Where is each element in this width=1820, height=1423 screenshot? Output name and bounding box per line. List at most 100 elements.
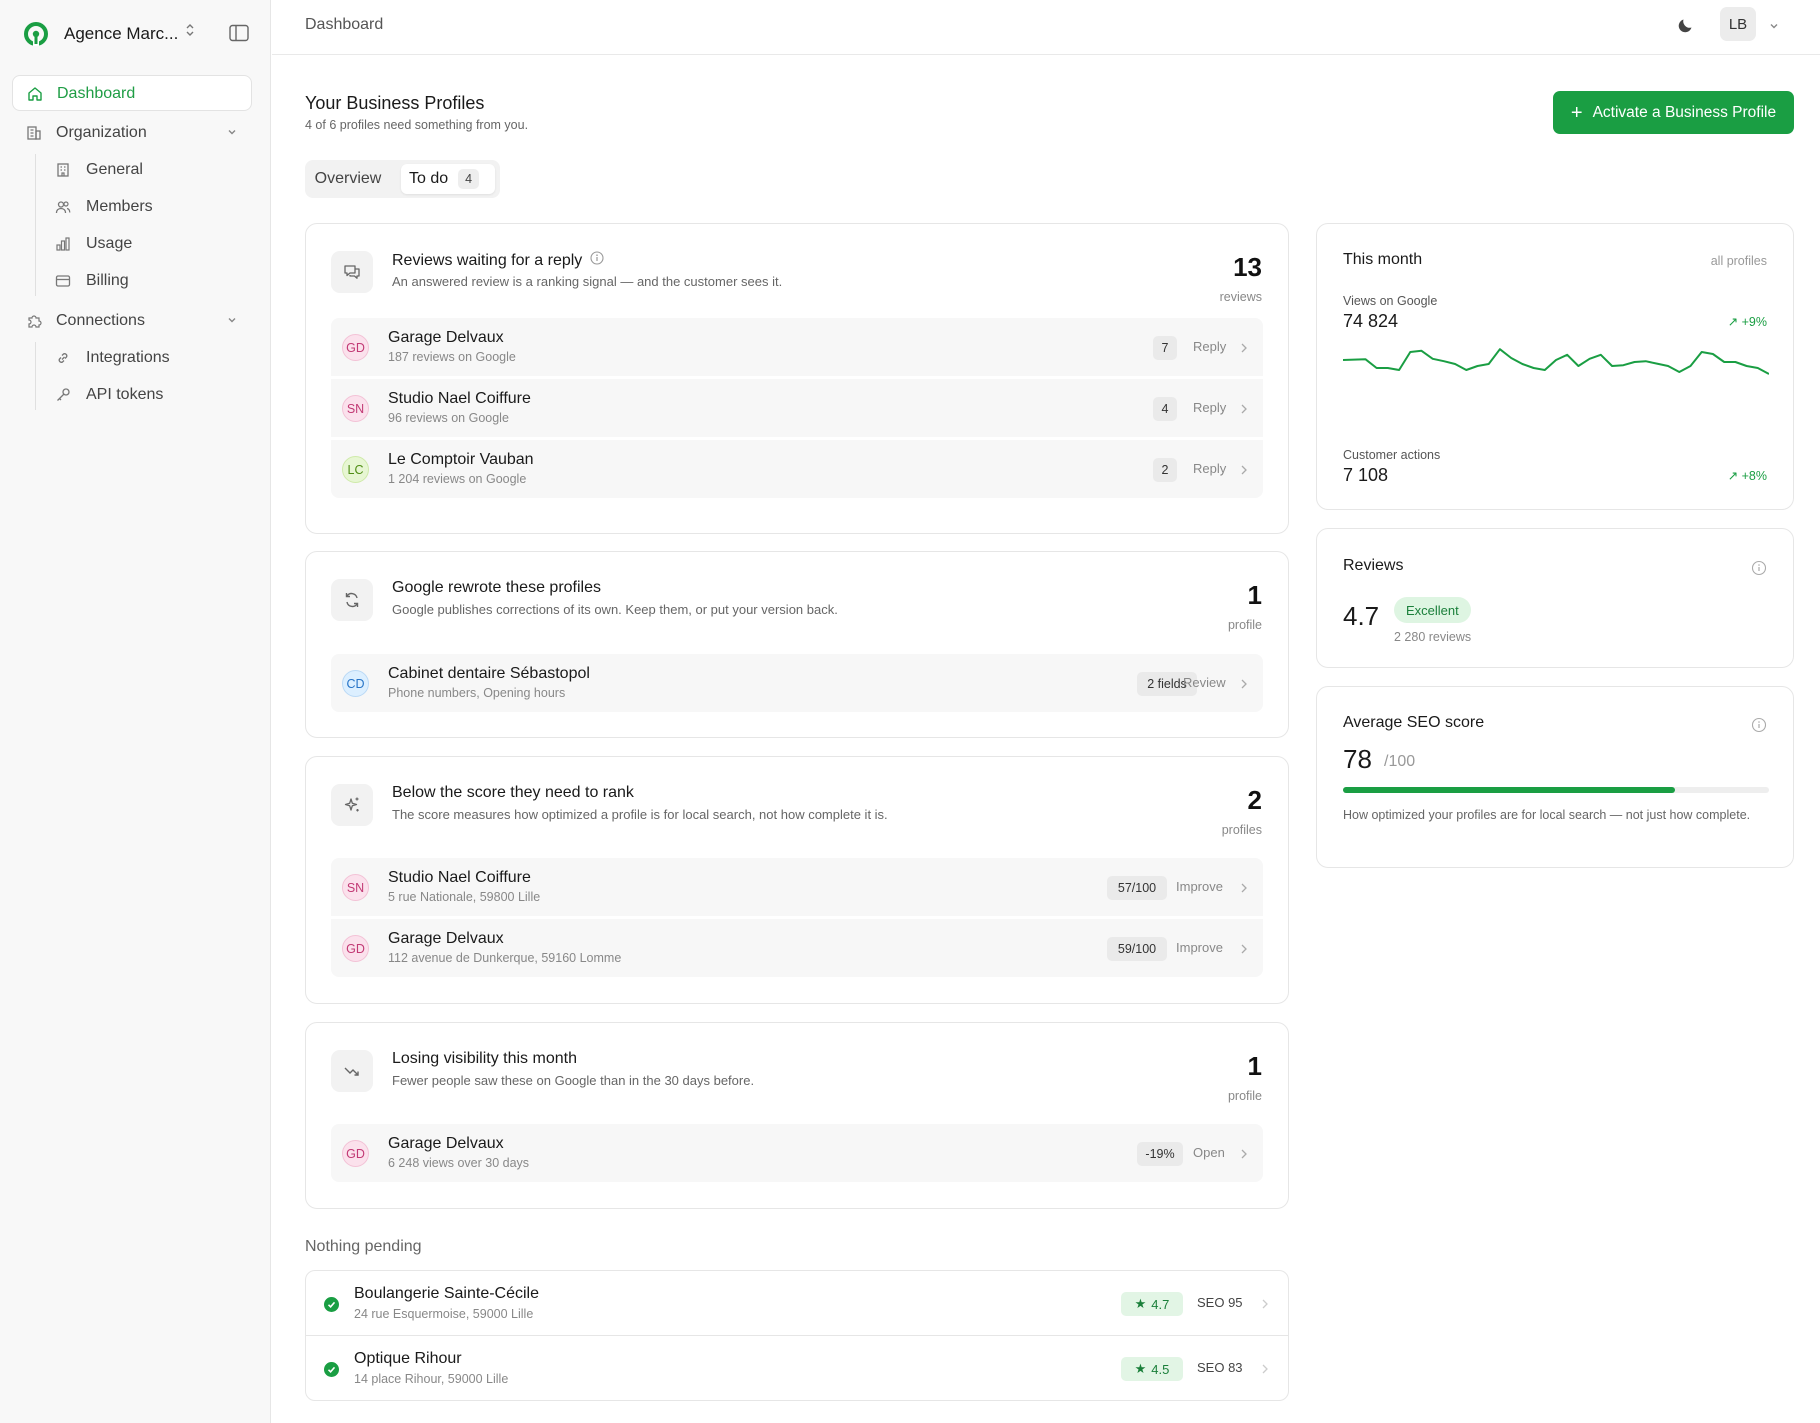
tab-todo[interactable]: To do 4 xyxy=(401,164,495,194)
review-link[interactable]: Review xyxy=(1183,675,1226,690)
sparkline-path xyxy=(1343,348,1769,375)
sidebar-item-label: General xyxy=(86,161,143,178)
sidebar-toggle-icon[interactable] xyxy=(229,24,249,42)
reply-link[interactable]: Reply xyxy=(1193,400,1226,415)
moon-icon[interactable] xyxy=(1676,15,1696,35)
profile-name: Studio Nael Coiffure xyxy=(388,390,531,407)
list-item[interactable]: LC Le Comptoir Vauban 1 204 reviews on G… xyxy=(331,440,1263,498)
sidebar-item-label: Connections xyxy=(56,312,145,329)
todo-count-badge: 4 xyxy=(458,169,480,189)
list-item[interactable]: GD Garage Delvaux 187 reviews on Google … xyxy=(331,318,1263,376)
status-badge: Excellent xyxy=(1394,597,1471,623)
check-circle-icon xyxy=(324,1362,339,1377)
google-rewrote-card: Google rewrote these profiles Google pub… xyxy=(305,551,1289,738)
card-title: Losing visibility this month xyxy=(392,1050,577,1067)
card-title: Reviews waiting for a reply xyxy=(392,251,604,270)
profile-meta: 112 avenue de Dunkerque, 59160 Lomme xyxy=(388,951,622,965)
chevron-updown-icon xyxy=(184,21,196,40)
sidebar-item-api-tokens[interactable]: API tokens xyxy=(55,380,255,410)
open-link[interactable]: Open xyxy=(1193,1145,1225,1160)
this-month-card: This month all profiles Views on Google … xyxy=(1316,223,1794,510)
sidebar-item-integrations[interactable]: Integrations xyxy=(55,343,255,373)
tab-overview[interactable]: Overview xyxy=(309,164,387,194)
count-badge: 7 xyxy=(1153,336,1177,360)
profile-name: Cabinet dentaire Sébastopol xyxy=(388,665,590,682)
org-switcher[interactable]: Agence Marc... xyxy=(22,19,252,49)
reply-link[interactable]: Reply xyxy=(1193,339,1226,354)
profile-meta: 187 reviews on Google xyxy=(388,350,516,364)
info-icon[interactable] xyxy=(1751,717,1767,733)
building-icon xyxy=(26,125,42,141)
chevron-right-icon xyxy=(1239,942,1249,954)
reply-link[interactable]: Reply xyxy=(1193,461,1226,476)
bar-chart-icon xyxy=(55,236,71,252)
below-score-card: Below the score they need to rank The sc… xyxy=(305,756,1289,1004)
losing-visibility-card: Losing visibility this month Fewer peopl… xyxy=(305,1022,1289,1209)
org-name: Agence Marc... xyxy=(64,24,179,43)
profile-name: Studio Nael Coiffure xyxy=(388,869,531,886)
list-item[interactable]: GD Garage Delvaux 112 avenue de Dunkerqu… xyxy=(331,919,1263,977)
section-label: Nothing pending xyxy=(305,1238,422,1255)
tree-line xyxy=(35,154,36,296)
chevron-down-icon[interactable] xyxy=(1768,19,1780,31)
improve-link[interactable]: Improve xyxy=(1176,940,1223,955)
avatar: GD xyxy=(342,334,369,361)
sidebar-item-label: Members xyxy=(86,198,153,215)
profile-meta: 24 rue Esquermoise, 59000 Lille xyxy=(354,1307,534,1321)
sidebar-item-organization[interactable]: Organization xyxy=(12,115,252,151)
actions-label: Customer actions xyxy=(1343,448,1441,462)
list-item[interactable]: SN Studio Nael Coiffure 96 reviews on Go… xyxy=(331,379,1263,437)
seo-progress-fill xyxy=(1343,787,1676,793)
views-value: 74 824 xyxy=(1343,311,1399,331)
list-item[interactable]: GD Garage Delvaux 6 248 views over 30 da… xyxy=(331,1124,1263,1182)
sidebar-item-members[interactable]: Members xyxy=(55,192,255,222)
card-description: Google publishes corrections of its own.… xyxy=(392,602,838,617)
seo-score-denominator: /100 xyxy=(1384,753,1416,770)
avatar[interactable]: LB xyxy=(1720,7,1756,41)
sidebar-item-label: Billing xyxy=(86,272,129,289)
check-circle-icon xyxy=(324,1297,339,1312)
delta-badge: -19% xyxy=(1137,1142,1183,1166)
views-delta: ↗ +9% xyxy=(1728,314,1767,329)
sidebar-item-dashboard[interactable]: Dashboard xyxy=(12,75,252,111)
improve-link[interactable]: Improve xyxy=(1176,879,1223,894)
arrow-up-right-icon: ↗ xyxy=(1727,469,1739,483)
list-item[interactable]: Boulangerie Sainte-Cécile 24 rue Esquerm… xyxy=(305,1270,1289,1336)
list-item[interactable]: Optique Rihour 14 place Rihour, 59000 Li… xyxy=(305,1335,1289,1401)
avatar: LC xyxy=(342,456,369,483)
avatar: SN xyxy=(342,874,369,901)
brand-logo-icon xyxy=(22,20,50,48)
sidebar-item-usage[interactable]: Usage xyxy=(55,229,255,259)
sidebar-item-label: Usage xyxy=(86,235,133,252)
profile-meta: 96 reviews on Google xyxy=(388,411,509,425)
info-icon[interactable] xyxy=(1751,560,1767,576)
card-count: 13 xyxy=(1233,252,1262,282)
sidebar-item-general[interactable]: General xyxy=(55,155,255,185)
avatar: CD xyxy=(342,670,369,697)
star-icon: ★ xyxy=(1134,1296,1147,1311)
avatar: SN xyxy=(342,395,369,422)
card-description: The score measures how optimized a profi… xyxy=(392,807,888,822)
seo-progress-bar xyxy=(1343,787,1769,793)
chevron-down-icon xyxy=(226,313,238,325)
list-item[interactable]: SN Studio Nael Coiffure 5 rue Nationale,… xyxy=(331,858,1263,916)
profile-name: Garage Delvaux xyxy=(388,1135,504,1152)
views-delta-value: +9% xyxy=(1741,315,1767,329)
list-item[interactable]: CD Cabinet dentaire Sébastopol Phone num… xyxy=(331,654,1263,712)
card-description: An answered review is a ranking signal —… xyxy=(392,274,783,289)
sidebar-item-billing[interactable]: Billing xyxy=(55,266,255,296)
activate-profile-button[interactable]: + Activate a Business Profile xyxy=(1553,91,1794,134)
actions-delta-value: +8% xyxy=(1741,469,1767,483)
card-count: 1 xyxy=(1247,580,1262,610)
seo-description: How optimized your profiles are for loca… xyxy=(1343,808,1751,822)
info-icon[interactable] xyxy=(590,251,604,270)
sidebar-item-connections[interactable]: Connections xyxy=(12,303,252,339)
actions-delta: ↗ +8% xyxy=(1728,468,1767,483)
profile-name: Garage Delvaux xyxy=(388,329,504,346)
sidebar: Agence Marc... Dashboard Organization Ge… xyxy=(0,0,271,1423)
card-title: Google rewrote these profiles xyxy=(392,579,601,596)
avatar: GD xyxy=(342,1140,369,1167)
message-icon xyxy=(331,251,373,293)
profile-meta: 5 rue Nationale, 59800 Lille xyxy=(388,890,541,904)
activate-profile-label: Activate a Business Profile xyxy=(1592,103,1777,121)
